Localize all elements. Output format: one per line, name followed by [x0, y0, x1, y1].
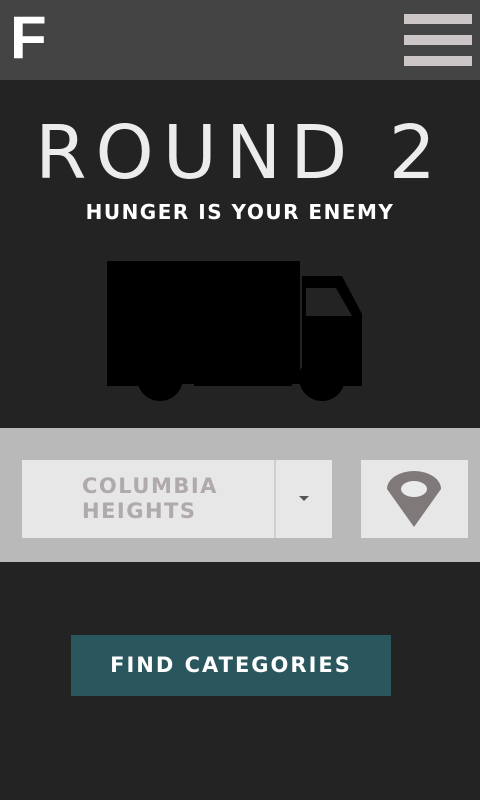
dropdown-toggle[interactable]	[276, 460, 332, 538]
map-pin-icon	[387, 471, 441, 527]
app-header: F	[0, 0, 480, 80]
hamburger-menu-icon[interactable]	[404, 14, 472, 66]
menu-bar	[404, 56, 472, 66]
neighborhood-value: COLUMBIA HEIGHTS	[82, 474, 218, 523]
location-bar: COLUMBIA HEIGHTS	[0, 428, 480, 562]
locate-me-button[interactable]	[361, 460, 468, 538]
menu-bar	[404, 35, 472, 45]
find-categories-button[interactable]: FIND CATEGORIES	[71, 635, 391, 696]
menu-bar	[404, 14, 472, 24]
app-logo: F	[10, 4, 47, 71]
round-title: ROUND 2	[35, 110, 445, 196]
neighborhood-select[interactable]: COLUMBIA HEIGHTS	[22, 460, 332, 538]
truck-icon	[107, 261, 362, 402]
caret-down-icon	[299, 496, 309, 501]
round-subtitle: HUNGER IS YOUR ENEMY	[85, 200, 395, 224]
